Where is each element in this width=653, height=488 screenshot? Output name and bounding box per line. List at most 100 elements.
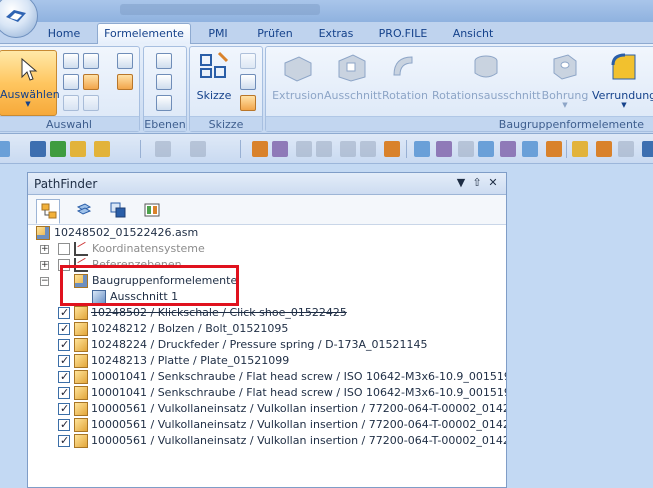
view-icon-3[interactable] [478,141,494,157]
pencil-icon[interactable] [572,141,588,157]
collapse-icon[interactable]: − [40,277,49,286]
sketch-button[interactable]: Skizze [194,51,234,102]
dropdown-icon[interactable]: ▼ [454,176,468,189]
visibility-checkbox[interactable] [58,385,70,401]
assembly-tree-icon [41,203,57,219]
ausschnitt-button[interactable]: Ausschnitt [324,51,382,102]
expand-icon[interactable]: + [40,261,49,270]
visibility-checkbox[interactable] [58,353,70,369]
select-occurrence-icon[interactable] [117,74,133,90]
part-icon [74,386,88,400]
sketch-icon [200,51,229,78]
quick-access-toolbar [0,134,653,164]
expand-icon[interactable]: + [40,245,49,254]
more-tools-icon[interactable] [642,141,653,157]
bohrung-button[interactable]: Bohrung ▼ [538,51,592,109]
open-folder-icon[interactable] [70,141,86,157]
visibility-checkbox[interactable] [58,321,70,337]
view-icon-4[interactable] [500,141,516,157]
visibility-checkbox[interactable] [58,259,70,271]
select-face-icon[interactable] [63,53,79,69]
filter-icon[interactable] [63,74,79,90]
assembly-tool-icon[interactable] [272,141,288,157]
plane-options-icon[interactable] [156,74,172,90]
part-label: 10248213 / Platte / Plate_01521099 [91,354,290,367]
tab-assembly-tree[interactable] [36,199,60,224]
folder-options-icon[interactable] [94,141,110,157]
save-as-icon[interactable] [50,141,66,157]
sketch-copy-icon[interactable] [240,53,256,69]
undo-icon[interactable] [155,141,171,157]
sketch-view-icon[interactable] [240,74,256,90]
relate-icon-3[interactable] [340,141,356,157]
reference-plane-icon [74,258,88,272]
visibility-checkbox[interactable] [58,337,70,353]
view-icon-6[interactable] [546,141,562,157]
view-icon-2[interactable] [458,141,474,157]
display-icon[interactable] [618,141,634,157]
select-button[interactable]: Auswählen ▼ [0,50,60,116]
tab-configurations[interactable] [106,199,130,221]
select-tool-icon[interactable] [63,95,79,111]
tab-home[interactable]: Home [42,24,86,44]
coordinate-system-icon[interactable] [156,95,172,111]
tree-item-label: Ausschnitt 1 [110,290,179,303]
visibility-checkbox[interactable] [58,369,70,385]
visibility-checkbox[interactable] [58,305,70,321]
save-icon[interactable] [30,141,46,157]
relate-icon-1[interactable] [296,141,312,157]
select-assembly-icon[interactable] [117,53,133,69]
sketch-draw-icon[interactable] [240,95,256,111]
plane-icon[interactable] [156,53,172,69]
tab-profile[interactable]: PRO.FILE [372,24,434,44]
view-icon-5[interactable] [522,141,538,157]
tab-zones[interactable] [140,199,164,221]
tab-formelemente[interactable]: Formelemente [97,23,191,45]
visibility-checkbox[interactable] [58,417,70,433]
configurations-icon [110,202,126,218]
tab-pmi[interactable]: PMI [198,24,238,44]
group-auswahl: Auswählen ▼ Auswahl [0,46,140,132]
extrusion-icon [284,56,312,82]
select-group-icon[interactable] [83,95,99,111]
extrusion-button[interactable]: Extrusion [270,51,326,102]
list-icon[interactable] [414,141,430,157]
select-part-icon[interactable] [83,74,99,90]
component-icon[interactable] [252,141,268,157]
part-label: 10000561 / Vulkollaneinsatz / Vulkollan … [91,402,506,415]
part-color-icon[interactable] [384,141,400,157]
part-icon [74,418,88,432]
visibility-checkbox[interactable] [58,243,70,255]
part-icon [74,306,88,320]
group-ebenen-label: Ebenen [144,116,186,131]
relate-icon-4[interactable] [360,141,376,157]
tab-pruefen[interactable]: Prüfen [250,24,300,44]
new-document-icon[interactable] [0,141,10,157]
tree-item-label: Referenzebenen [92,258,182,271]
pathfinder-title: PathFinder [34,177,98,191]
extrusion-label: Extrusion [272,89,324,102]
part-icon [74,322,88,336]
part-label: 10248212 / Bolzen / Bolt_01521095 [91,322,289,335]
cursor-arrow-icon [21,57,38,81]
view-icon-1[interactable] [436,141,452,157]
part-label: 10001041 / Senkschraube / Flat head scre… [91,370,506,383]
assembly-features-icon [74,274,88,288]
close-icon[interactable]: ✕ [486,176,500,189]
assembly-tree: 10248502_01522426.asm + Koordinatensyste… [28,225,506,488]
part-label: 10001041 / Senkschraube / Flat head scre… [91,386,506,399]
visibility-checkbox[interactable] [58,433,70,449]
tab-layers[interactable] [72,199,96,221]
select-body-icon[interactable] [83,53,99,69]
verrundung-button[interactable]: Verrundung ▼ [592,51,653,109]
measure-icon[interactable] [596,141,612,157]
tab-ansicht[interactable]: Ansicht [447,24,499,44]
tab-extras[interactable]: Extras [312,24,360,44]
relate-icon-2[interactable] [316,141,332,157]
visibility-checkbox[interactable] [58,401,70,417]
rotationsausschnitt-button[interactable]: Rotationsausschnitt [432,51,541,102]
pin-icon[interactable]: ⇧ [470,176,484,189]
group-skizze: Skizze Skizze [189,46,263,132]
rotation-button[interactable]: Rotation [378,51,432,102]
redo-icon[interactable] [190,141,206,157]
